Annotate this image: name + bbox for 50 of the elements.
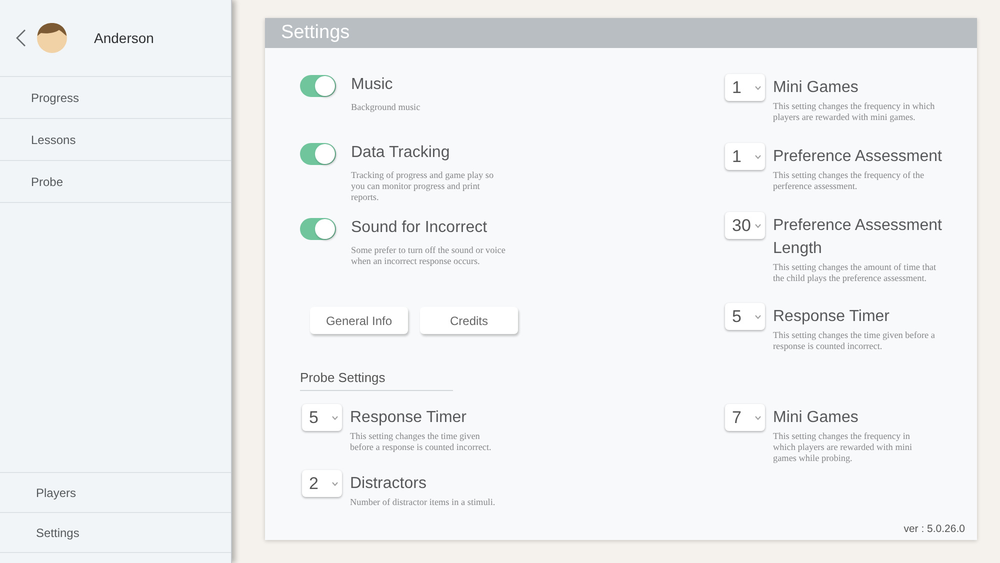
avatar-icon [37,23,67,53]
setting-title: Response Timer [350,408,468,428]
chevron-left-icon[interactable] [16,29,26,47]
number-dropdown[interactable]: 1 [725,74,765,101]
toggle-switch[interactable] [300,75,336,97]
caret-icon [755,86,761,90]
setting-title: Sound for Incorrect [351,218,488,238]
nav-item[interactable]: Players [0,473,231,513]
toggle-switch[interactable] [300,143,336,165]
action-button[interactable]: Credits [420,307,518,334]
setting-description: Background music [351,102,420,113]
version-label: ver : 5.0.26.0 [904,523,965,536]
number-dropdown[interactable]: 5 [725,303,765,330]
nav-item[interactable]: Progress [0,77,231,119]
number-dropdown[interactable]: 1 [725,143,765,170]
setting-title: Data Tracking [351,143,451,163]
caret-icon [755,314,761,318]
number-dropdown[interactable]: 5 [302,404,342,431]
setting-description: Some prefer to turn off the sound or voice when an incorrect response occurs. [351,245,506,267]
setting-description: This setting changes the time given before a response is counted incorrect. [773,330,936,352]
setting-title: Response Timer [773,307,890,327]
number-dropdown[interactable]: 30 [725,212,765,239]
setting-title: Preference Assessment [773,147,942,167]
setting-title: Distractors [350,474,428,494]
setting-title: Mini Games [773,408,860,428]
nav-item[interactable]: Lessons [0,119,231,161]
panel-title: Settings [281,22,350,44]
setting-title: Music [351,75,394,95]
nav-item[interactable]: Settings [0,513,231,553]
setting-title: Mini Games [773,78,860,98]
caret-icon [332,482,338,486]
caret-icon [755,224,761,228]
number-dropdown[interactable]: 2 [302,470,342,497]
nav-item[interactable]: Probe [0,161,231,203]
setting-description: This setting changes the frequency in which players are rewarded with mini games while probing. [773,431,914,464]
setting-description: This setting changes the time given before a response is counted incorrect. [350,431,492,453]
caret-icon [755,154,761,158]
setting-title: Preference Assessment Length [773,216,943,259]
setting-description: This setting changes the frequency in which players are rewarded with mini games. [773,101,936,123]
action-button[interactable]: General Info [310,307,408,334]
setting-description: This setting changes the frequency of the perference assessment. [773,170,926,192]
setting-description: This setting changes the amount of time that the child plays the preference assessment. [773,262,938,284]
user-name: Anderson [94,30,154,46]
caret-icon [332,416,338,420]
number-dropdown[interactable]: 7 [725,404,765,431]
caret-icon [755,416,761,420]
toggle-switch[interactable] [300,218,336,240]
setting-description: Number of distractor items in a stimuli. [350,497,496,508]
section-heading: Probe Settings [300,369,453,391]
setting-description: Tracking of progress and game play so you can monitor progress and print reports. [351,170,495,203]
